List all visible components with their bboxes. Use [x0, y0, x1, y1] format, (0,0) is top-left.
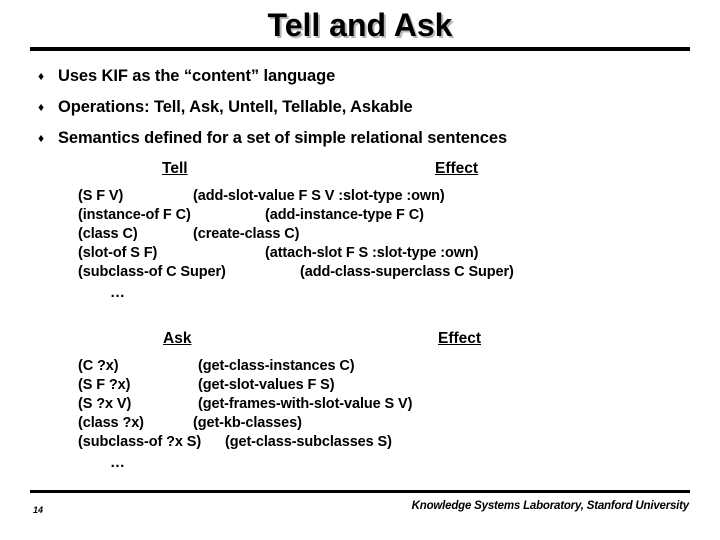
tell-table-header-row: Tell Effect [78, 160, 698, 182]
slide-number: 14 [33, 505, 44, 515]
bullet-text: Semantics defined for a set of simple re… [58, 129, 508, 147]
table-row: (S ?x V) (get-frames-with-slot-value S V… [78, 396, 698, 415]
tell-column-header: Tell [162, 160, 188, 177]
list-item: ♦ Uses KIF as the “content” language [38, 64, 698, 95]
table-row: (instance-of F C) (add-instance-type F C… [78, 207, 698, 226]
tell-pattern-cell: (slot-of S F) [78, 245, 158, 261]
footer-divider-rule [30, 490, 690, 493]
ask-effect-cell: (get-frames-with-slot-value S V) [198, 396, 413, 412]
tell-table-ellipsis: … [110, 284, 126, 301]
list-item: ♦ Operations: Tell, Ask, Untell, Tellabl… [38, 95, 698, 126]
ask-pattern-cell: (S F ?x) [78, 377, 131, 393]
bullet-text: Operations: Tell, Ask, Untell, Tellable,… [58, 98, 413, 116]
tell-effect-cell: (add-class-superclass C Super) [300, 264, 514, 280]
ask-column-header: Ask [163, 330, 192, 347]
tell-effect-cell: (add-instance-type F C) [265, 207, 424, 223]
bullet-list: ♦ Uses KIF as the “content” language ♦ O… [38, 64, 698, 157]
diamond-bullet-icon: ♦ [38, 69, 45, 83]
diamond-bullet-icon: ♦ [38, 131, 45, 145]
table-row: (slot-of S F) (attach-slot F S :slot-typ… [78, 245, 698, 264]
tell-effect-cell: (attach-slot F S :slot-type :own) [265, 245, 479, 261]
tell-table: Tell Effect (S F V) (add-slot-value F S … [78, 160, 698, 302]
bullet-text: Uses KIF as the “content” language [58, 67, 336, 85]
tell-pattern-cell: (instance-of F C) [78, 207, 191, 223]
ask-effect-cell: (get-kb-classes) [193, 415, 302, 431]
tell-effect-column-header: Effect [435, 160, 479, 177]
ask-effect-cell: (get-class-subclasses S) [225, 434, 392, 450]
tell-pattern-cell: (S F V) [78, 188, 124, 204]
diamond-bullet-icon: ♦ [38, 100, 45, 114]
ask-pattern-cell: (S ?x V) [78, 396, 132, 412]
table-row: (S F V) (add-slot-value F S V :slot-type… [78, 188, 698, 207]
tell-effect-cell: (create-class C) [193, 226, 300, 242]
ask-effect-cell: (get-slot-values F S) [198, 377, 335, 393]
ask-effect-cell: (get-class-instances C) [198, 358, 355, 374]
ask-table-ellipsis: … [110, 454, 126, 471]
ask-pattern-cell: (subclass-of ?x S) [78, 434, 202, 450]
tell-effect-cell: (add-slot-value F S V :slot-type :own) [193, 188, 445, 204]
table-row: (S F ?x) (get-slot-values F S) [78, 377, 698, 396]
ask-pattern-cell: (C ?x) [78, 358, 119, 374]
page-title: Tell and Ask [267, 7, 453, 43]
tell-pattern-cell: (subclass-of C Super) [78, 264, 226, 280]
ask-effect-column-header: Effect [438, 330, 482, 347]
ask-table: Ask Effect (C ?x) (get-class-instances C… [78, 330, 698, 472]
table-row: (class ?x) (get-kb-classes) [78, 415, 698, 434]
table-row: (C ?x) (get-class-instances C) [78, 358, 698, 377]
table-row: (class C) (create-class C) [78, 226, 698, 245]
slide-canvas: Tell and Ask ♦ Uses KIF as the “content”… [0, 0, 720, 540]
footer-credit: Knowledge Systems Laboratory, Stanford U… [411, 500, 690, 512]
table-row: (subclass-of C Super) (add-class-supercl… [78, 264, 698, 283]
table-row: (subclass-of ?x S) (get-class-subclasses… [78, 434, 698, 453]
list-item: ♦ Semantics defined for a set of simple … [38, 126, 698, 157]
table-row-ellipsis: … [78, 283, 698, 302]
title-divider-rule [30, 47, 690, 51]
ask-pattern-cell: (class ?x) [78, 415, 144, 431]
ask-table-header-row: Ask Effect [78, 330, 698, 352]
tell-pattern-cell: (class C) [78, 226, 138, 242]
table-row-ellipsis: … [78, 453, 698, 472]
